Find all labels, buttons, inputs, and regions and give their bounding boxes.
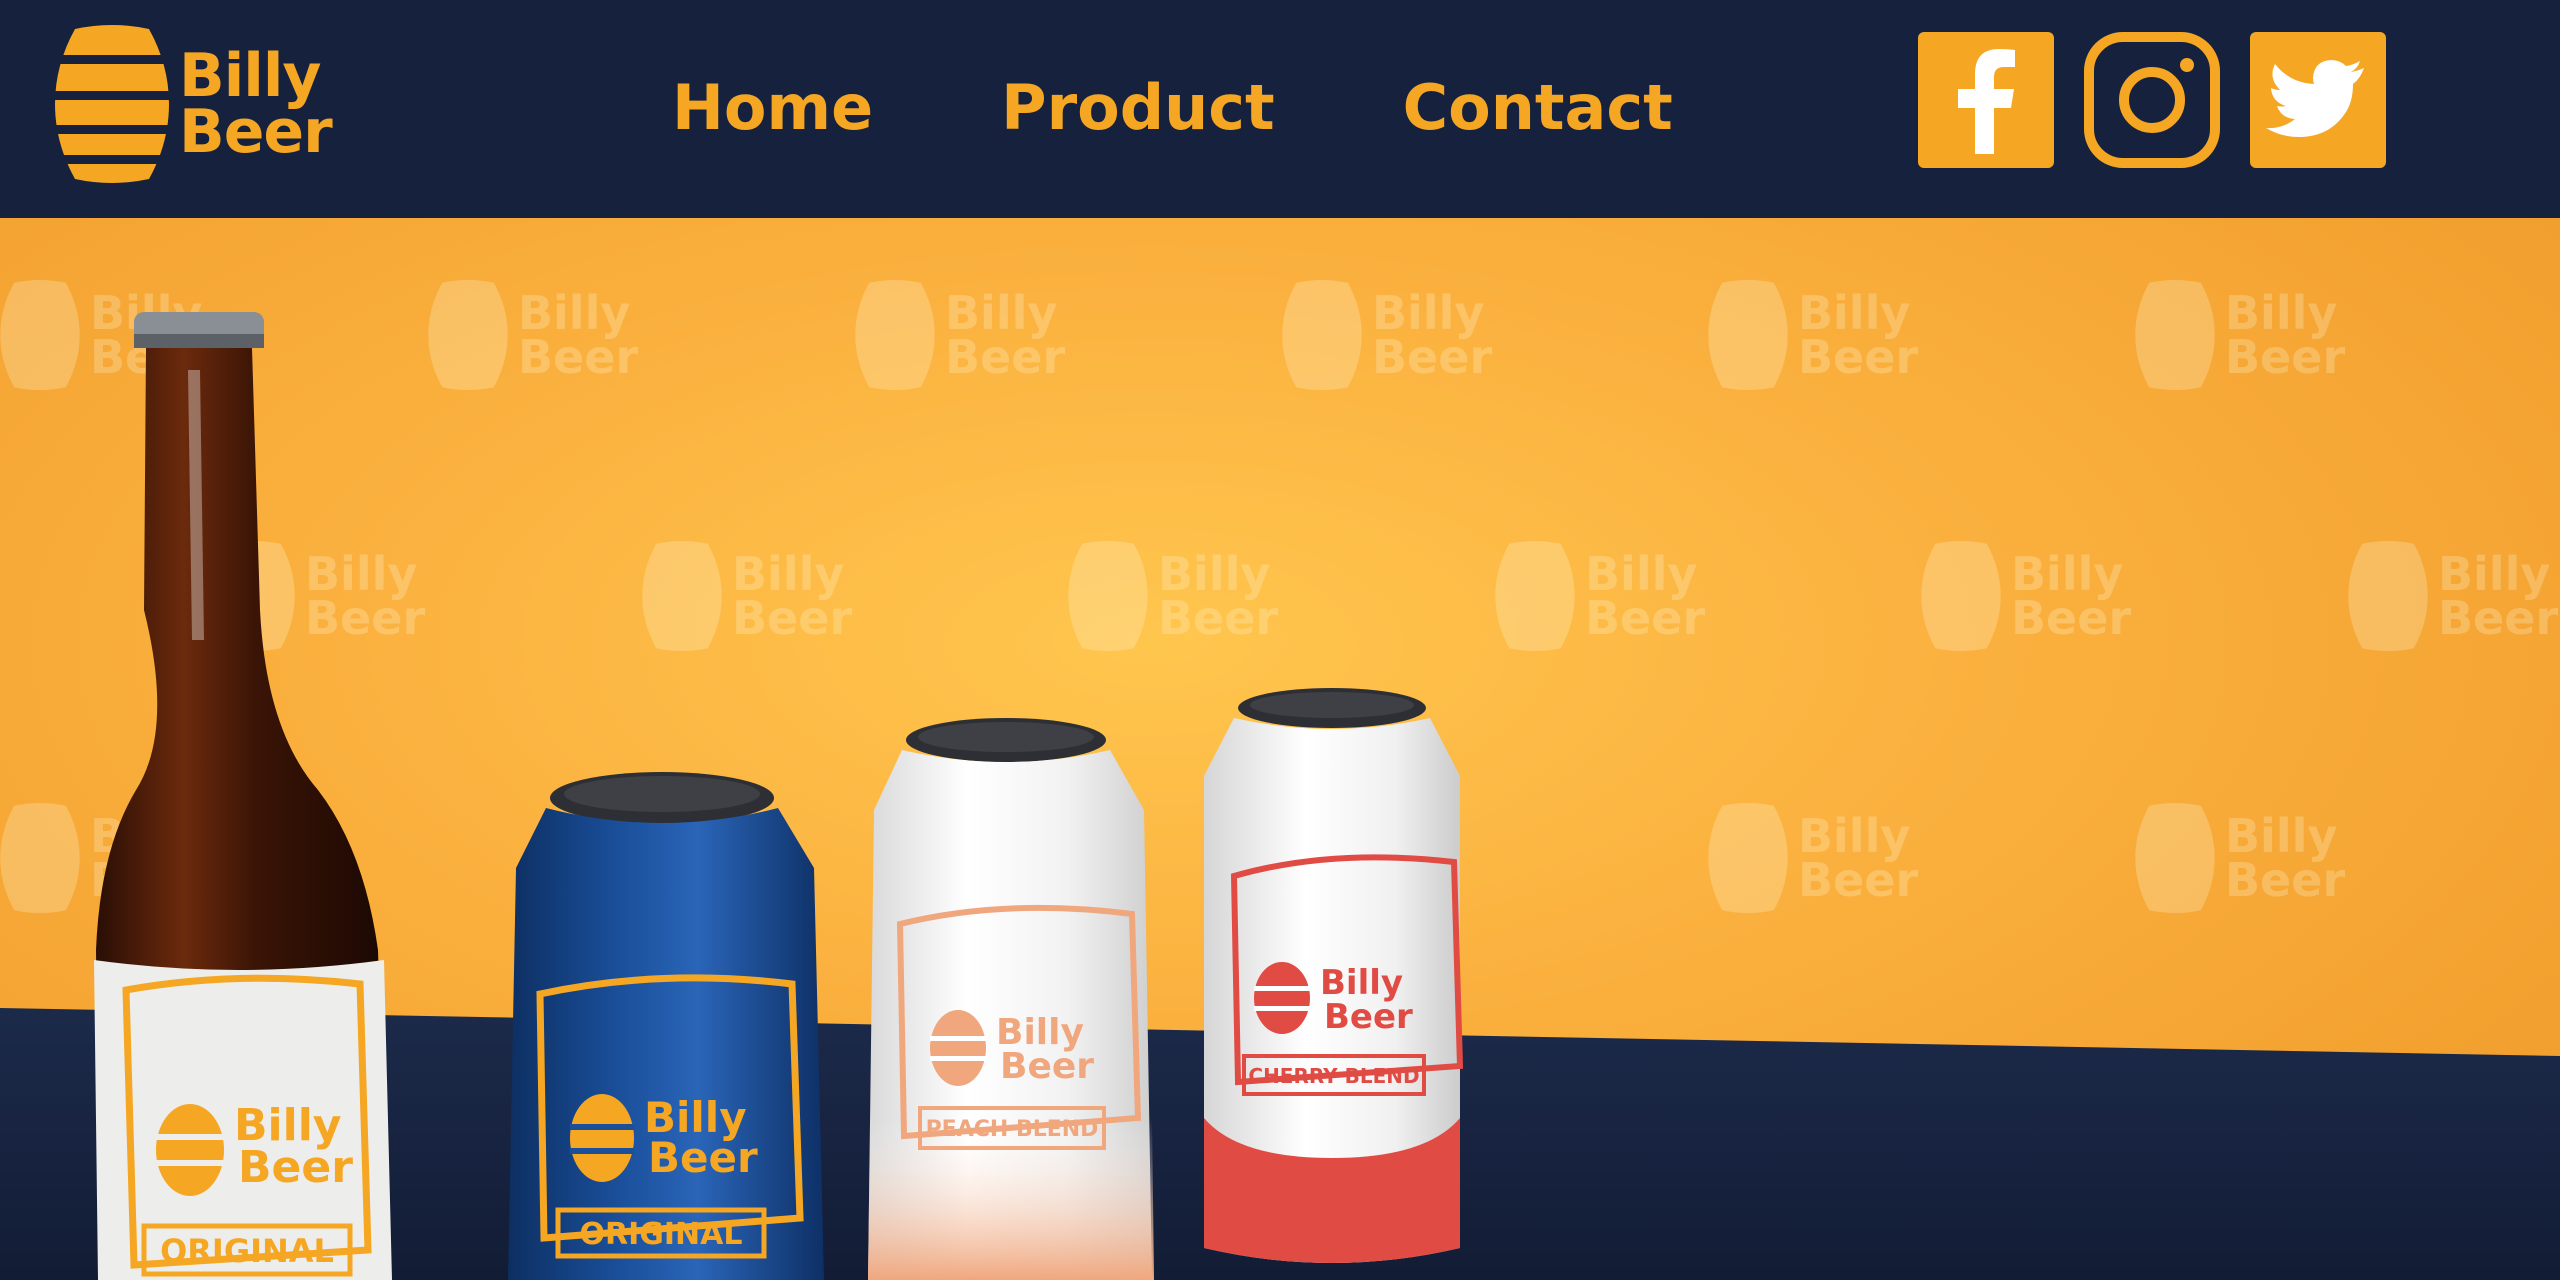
barrel-icon [2135, 280, 2215, 390]
nav-home[interactable]: Home [672, 70, 873, 146]
bottle-brand2: Beer [238, 1142, 353, 1193]
product-can-peach-blend[interactable]: Billy Beer PEACH BLEND [862, 718, 1162, 1280]
can-peach-brand2: Beer [1000, 1046, 1094, 1087]
barrel-icon [1282, 280, 1362, 390]
barrel-icon [1068, 541, 1148, 651]
watermark-logo: BillyBeer [1708, 803, 1918, 913]
barrel-icon [1495, 541, 1575, 651]
watermark-logo: BillyBeer [1282, 280, 1492, 390]
facebook-icon [1918, 32, 2054, 168]
twitter-icon [2250, 32, 2386, 168]
can-cherry-brand2: Beer [1324, 997, 1413, 1037]
brand-line2: Beer [179, 97, 333, 167]
twitter-button[interactable] [2250, 32, 2386, 168]
watermark-logo: BillyBeer [855, 280, 1065, 390]
barrel-icon [1254, 962, 1310, 1034]
barrel-icon [0, 803, 80, 913]
facebook-button[interactable] [1918, 32, 2054, 168]
hero-banner: Billy Beer Billy Beer Billy Beer Billy Beer … [0, 218, 2560, 1280]
barrel-icon [1708, 280, 1788, 390]
barrel-icon [0, 280, 80, 390]
instagram-icon [2084, 32, 2220, 168]
social-links [1918, 32, 2416, 168]
barrel-icon [570, 1094, 634, 1182]
can-blue-brand2: Beer [648, 1133, 758, 1182]
can-peach-variant: PEACH BLEND [926, 1117, 1099, 1142]
nav-contact[interactable]: Contact [1403, 70, 1673, 146]
barrel-icon [855, 280, 935, 390]
instagram-button[interactable] [2084, 32, 2220, 168]
can-cherry-variant: CHERRY BLEND [1248, 1064, 1419, 1088]
barrel-icon [2135, 803, 2215, 913]
bottle-variant: ORIGINAL [160, 1232, 334, 1270]
watermark-logo: BillyBeer [2348, 541, 2558, 651]
watermark-logo: BillyBeer [1068, 541, 1278, 651]
watermark-logo: BillyBeer [1708, 280, 1918, 390]
can-blue-variant: ORIGINAL [580, 1217, 743, 1252]
watermark-logo: BillyBeer [2135, 280, 2345, 390]
barrel-icon [642, 541, 722, 651]
barrel-icon [930, 1010, 986, 1086]
main-nav: Home Product Contact [672, 70, 1801, 146]
brand-name: Billy Beer [179, 41, 333, 167]
site-header: Billy Beer Home Product Contact [0, 0, 2560, 218]
product-can-original[interactable]: Billy Beer ORIGINAL [502, 768, 832, 1280]
barrel-icon [2348, 541, 2428, 651]
brand-line1: Billy [179, 41, 322, 111]
watermark-logo: BillyBeer [2135, 803, 2345, 913]
nav-product[interactable]: Product [1001, 70, 1275, 146]
product-can-cherry-blend[interactable]: Billy Beer CHERRY BLEND [1198, 688, 1474, 1278]
brand-logo[interactable]: Billy Beer [55, 25, 333, 183]
barrel-icon [1708, 803, 1788, 913]
barrel-icon [1921, 541, 2001, 651]
watermark-logo: BillyBeer [1495, 541, 1705, 651]
watermark-logo: BillyBeer [642, 541, 852, 651]
product-bottle-original[interactable]: Billy Beer ORIGINAL [88, 310, 488, 1280]
barrel-icon [156, 1104, 224, 1196]
barrel-icon [55, 25, 169, 183]
watermark-logo: BillyBeer [1921, 541, 2131, 651]
